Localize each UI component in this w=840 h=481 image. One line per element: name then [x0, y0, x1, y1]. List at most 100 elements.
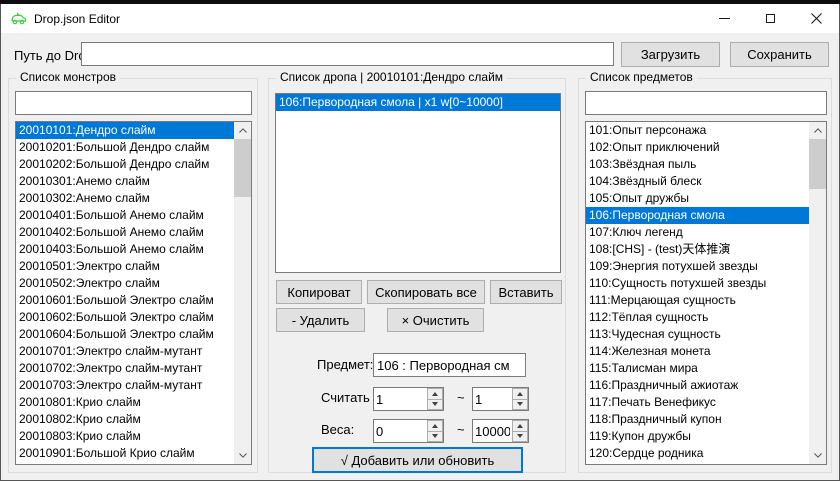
count-field-label: Считать — [321, 390, 370, 405]
monster-list-item[interactable]: 20010801:Крио слайм — [16, 394, 234, 411]
monster-list-item[interactable]: 20010502:Электро слайм — [16, 275, 234, 292]
item-list-item[interactable]: 116:Праздничный ажиотаж — [586, 377, 809, 394]
monster-list-item[interactable]: 20010901:Большой Крио слайм — [16, 445, 234, 462]
monster-list-item[interactable]: 20010802:Крио слайм — [16, 411, 234, 428]
count-min-stepper[interactable] — [373, 387, 444, 411]
count-min-input[interactable] — [374, 388, 427, 410]
scroll-down-button[interactable] — [234, 447, 251, 464]
monster-list-item[interactable]: 20010803:Крио слайм — [16, 428, 234, 445]
item-list-item[interactable]: 113:Чудесная сущность — [586, 326, 809, 343]
minimize-icon — [719, 18, 730, 19]
weight-min-stepper[interactable] — [373, 419, 444, 443]
maximize-button[interactable] — [747, 4, 793, 33]
monster-list-item[interactable]: 20010302:Анемо слайм — [16, 190, 234, 207]
minimize-button[interactable] — [701, 4, 747, 33]
spin-down-button[interactable] — [427, 400, 443, 411]
scrollbar-thumb[interactable] — [234, 139, 251, 197]
monster-list-item[interactable]: 20010602:Большой Электро слайм — [16, 309, 234, 326]
spin-down-button[interactable] — [512, 400, 528, 411]
monster-list-item[interactable]: 20010703:Электро слайм-мутант — [16, 377, 234, 394]
monster-list-item[interactable]: 20010401:Большой Анемо слайм — [16, 207, 234, 224]
clear-button[interactable]: × Очистить — [387, 308, 484, 332]
item-list-item[interactable]: 104:Звёздный блеск — [586, 173, 809, 190]
paste-button[interactable]: Вставить — [490, 280, 562, 304]
items-scrollbar[interactable] — [809, 122, 826, 464]
chevron-up-icon — [239, 128, 247, 133]
monster-list-item[interactable]: 20010202:Большой Дендро слайм — [16, 156, 234, 173]
items-listbox[interactable]: 101:Опыт персонажа102:Опыт приключений10… — [585, 121, 827, 465]
count-max-stepper[interactable] — [472, 387, 529, 411]
item-list-item[interactable]: 101:Опыт персонажа — [586, 122, 809, 139]
monster-list-item[interactable]: 20010101:Дендро слайм — [16, 122, 234, 139]
monster-list-item[interactable]: 20010604:Большой Электро слайм — [16, 326, 234, 343]
add-or-update-button[interactable]: √ Добавить или обновить — [312, 447, 523, 473]
item-list-item[interactable]: 120:Сердце родника — [586, 445, 809, 462]
monster-list-item[interactable]: 20010501:Электро слайм — [16, 258, 234, 275]
item-list-item[interactable]: 108:[CHS] - (test)天体推演 — [586, 241, 809, 258]
weight-max-input[interactable] — [473, 420, 512, 442]
item-list-item[interactable]: 112:Тёплая сущность — [586, 309, 809, 326]
weight-min-input[interactable] — [374, 420, 427, 442]
monster-list-item[interactable]: 20010601:Большой Электро слайм — [16, 292, 234, 309]
drops-listbox[interactable]: 106:Первородная смола | x1 w[0~10000] — [275, 93, 561, 273]
spin-up-button[interactable] — [512, 388, 528, 400]
monster-list-item[interactable]: 20010402:Большой Анемо слайм — [16, 224, 234, 241]
item-list-item[interactable]: 106:Первородная смола — [586, 207, 809, 224]
scrollbar-thumb[interactable] — [809, 139, 826, 189]
item-list-item[interactable]: 109:Энергия потухшей звезды — [586, 258, 809, 275]
weight-max-stepper[interactable] — [472, 419, 529, 443]
item-list-item[interactable]: 102:Опыт приключений — [586, 139, 809, 156]
triangle-up-icon — [432, 424, 438, 428]
item-field-input[interactable] — [373, 353, 526, 377]
monsters-filter-input[interactable] — [15, 91, 252, 115]
count-range-tilde: ~ — [457, 390, 465, 405]
spin-up-button[interactable] — [512, 420, 528, 432]
items-filter-input[interactable] — [585, 91, 827, 115]
item-list-item[interactable]: 103:Звёздная пыль — [586, 156, 809, 173]
item-list-item[interactable]: 107:Ключ легенд — [586, 224, 809, 241]
spin-up-button[interactable] — [427, 420, 443, 432]
item-list-item[interactable]: 119:Купон дружбы — [586, 428, 809, 445]
monsters-listbox[interactable]: 20010101:Дендро слайм20010201:Большой Де… — [15, 121, 252, 465]
copy-all-button[interactable]: Скопировать все — [367, 280, 485, 304]
close-button[interactable] — [793, 4, 839, 33]
item-list-item[interactable]: 114:Железная монета — [586, 343, 809, 360]
count-max-input[interactable] — [473, 388, 512, 410]
items-group: Список предметов 101:Опыт персонажа102:О… — [578, 78, 832, 473]
scroll-up-button[interactable] — [809, 122, 826, 139]
scrollbar-track[interactable] — [234, 139, 251, 447]
monsters-scrollbar[interactable] — [234, 122, 251, 464]
spin-down-button[interactable] — [512, 432, 528, 443]
spin-up-button[interactable] — [427, 388, 443, 400]
item-list-item[interactable]: 111:Мерцающая сущность — [586, 292, 809, 309]
chevron-up-icon — [814, 128, 822, 133]
scroll-down-button[interactable] — [809, 447, 826, 464]
monster-list-item[interactable]: 20010702:Электро слайм-мутант — [16, 360, 234, 377]
path-input[interactable] — [81, 42, 614, 66]
triangle-down-icon — [432, 434, 438, 438]
item-list-item[interactable]: 118:Праздничный купон — [586, 411, 809, 428]
monsters-group: Список монстров 20010101:Дендро слайм200… — [8, 78, 258, 473]
title-bar[interactable]: Drop.json Editor — [1, 4, 839, 33]
load-button[interactable]: Загрузить — [621, 42, 720, 67]
item-list-item[interactable]: 117:Печать Венефикус — [586, 394, 809, 411]
drops-group-title: Список дропа | 20010101:Дендро слайм — [276, 70, 507, 84]
delete-button[interactable]: - Удалить — [276, 308, 365, 332]
copy-button[interactable]: Копироват — [276, 280, 362, 304]
scrollbar-track[interactable] — [809, 139, 826, 447]
app-window: Drop.json Editor Путь до Drop.json Загру… — [0, 4, 840, 481]
spin-down-button[interactable] — [427, 432, 443, 443]
weight-field-label: Веса: — [321, 422, 354, 437]
monster-list-item[interactable]: 20010301:Анемо слайм — [16, 173, 234, 190]
monster-list-item[interactable]: 20010403:Большой Анемо слайм — [16, 241, 234, 258]
item-list-item[interactable]: 110:Сущность потухшей звезды — [586, 275, 809, 292]
monster-list-item[interactable]: 20010701:Электро слайм-мутант — [16, 343, 234, 360]
monster-list-item[interactable]: 20010201:Большой Дендро слайм — [16, 139, 234, 156]
items-group-title: Список предметов — [586, 70, 697, 84]
scroll-up-button[interactable] — [234, 122, 251, 139]
triangle-up-icon — [517, 424, 523, 428]
item-list-item[interactable]: 115:Талисман мира — [586, 360, 809, 377]
save-button[interactable]: Сохранить — [730, 42, 829, 67]
item-list-item[interactable]: 105:Опыт дружбы — [586, 190, 809, 207]
drop-list-item[interactable]: 106:Первородная смола | x1 w[0~10000] — [276, 94, 560, 111]
